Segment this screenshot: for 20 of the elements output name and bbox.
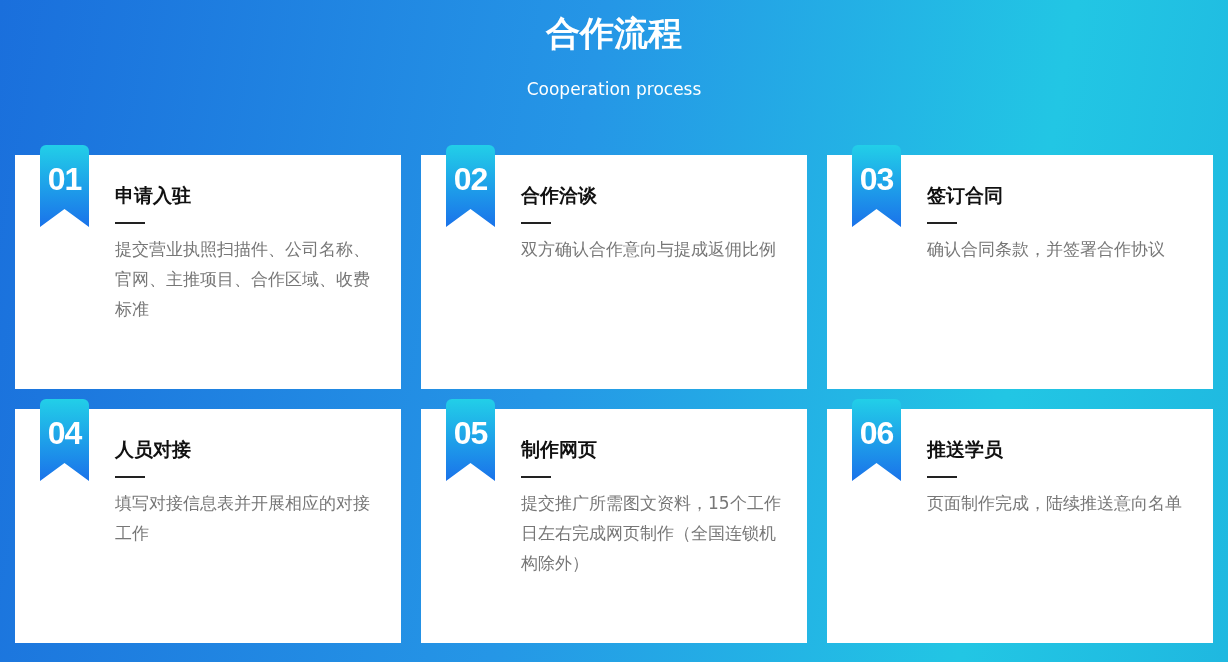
step-number-ribbon: 03	[852, 145, 901, 227]
step-number-ribbon: 06	[852, 399, 901, 481]
step-number-ribbon: 01	[40, 145, 89, 227]
step-description: 确认合同条款，并签署合作协议	[927, 238, 1166, 261]
step-number-ribbon: 04	[40, 399, 89, 481]
step-description: 双方确认合作意向与提成返佣比例	[521, 238, 777, 261]
section-title: 合作流程	[546, 12, 682, 54]
step-title: 申请入驻	[115, 183, 192, 207]
step-number-ribbon: 02	[446, 145, 495, 227]
step-description: 提交营业执照扫描件、公司名称、官网、主推项目、合作区域、收费标准	[115, 238, 371, 321]
step-title: 制作网页	[521, 437, 598, 461]
step-title: 人员对接	[115, 437, 192, 461]
step-description: 填写对接信息表并开展相应的对接工作	[115, 492, 371, 545]
step-title: 签订合同	[927, 183, 1004, 207]
step-number-ribbon: 05	[446, 399, 495, 481]
step-title: 推送学员	[927, 437, 1004, 461]
step-title: 合作洽谈	[521, 183, 598, 207]
step-description: 页面制作完成，陆续推送意向名单	[927, 492, 1183, 515]
section-subtitle: Cooperation process	[526, 78, 702, 100]
step-description: 提交推广所需图文资料，15个工作日左右完成网页制作（全国连锁机构除外）	[521, 492, 782, 575]
